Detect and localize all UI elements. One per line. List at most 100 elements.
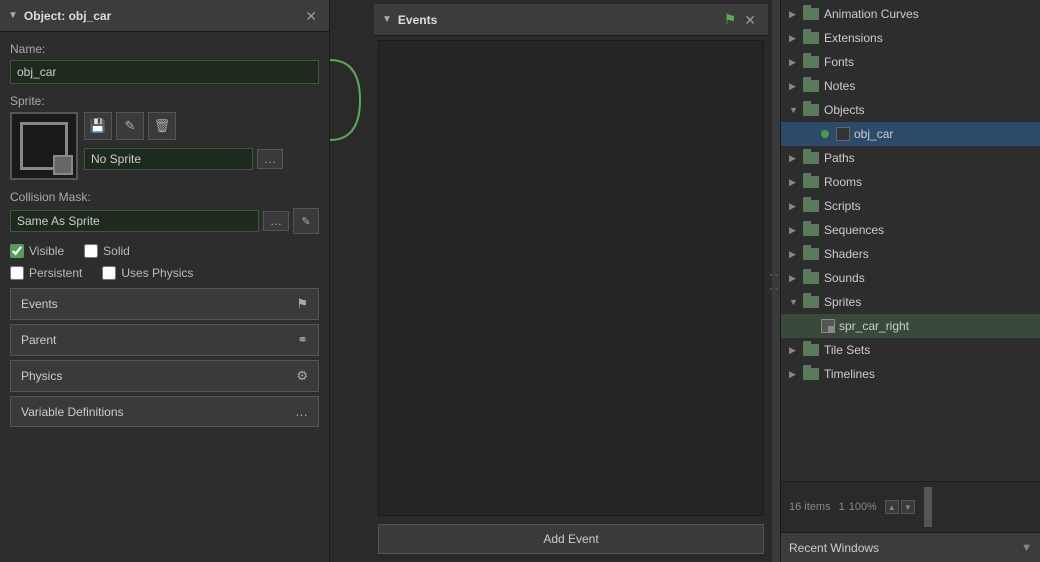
tree-folder-icon-shaders — [803, 248, 819, 260]
sprite-name-input[interactable] — [84, 148, 253, 170]
tree-scrollbar[interactable] — [923, 486, 933, 528]
tree-label-shaders: Shaders — [824, 247, 869, 261]
tree-item-objects[interactable]: ▼Objects — [781, 98, 1040, 122]
tree-folder-icon-paths — [803, 152, 819, 164]
tree-label-sprites: Sprites — [824, 295, 861, 309]
connector-svg — [330, 0, 370, 200]
persistent-checkbox-item[interactable]: Persistent — [10, 266, 82, 280]
physics-button[interactable]: Physics ⚙ — [10, 360, 319, 392]
tree-item-timelines[interactable]: ▶Timelines — [781, 362, 1040, 386]
tree-arrow-rooms: ▶ — [789, 177, 803, 188]
visible-checkbox[interactable] — [10, 244, 24, 258]
tree-arrow-scripts: ▶ — [789, 201, 803, 212]
persistent-checkbox[interactable] — [10, 266, 24, 280]
tree-item-count: 16 items — [789, 501, 831, 513]
tree-folder-icon-timelines — [803, 368, 819, 380]
tree-item-fonts[interactable]: ▶Fonts — [781, 50, 1040, 74]
scroll-down-button[interactable]: ▼ — [901, 500, 915, 514]
sprite-name-row: … — [84, 148, 283, 170]
object-panel: ▼ Object: obj_car ✕ Name: Sprite: 💾 ✎ 🗑 — [0, 0, 330, 562]
panel-collapse-icon: ▼ — [8, 10, 18, 21]
checkboxes-row-1: Visible Solid — [10, 244, 319, 258]
tree-arrow-shaders: ▶ — [789, 249, 803, 260]
events-collapse-icon: ▼ — [382, 14, 392, 25]
tree-dot-obj_car — [821, 130, 829, 138]
object-panel-title: Object: obj_car — [24, 9, 111, 23]
solid-checkbox[interactable] — [84, 244, 98, 258]
scroll-arrows: ▲ ▼ — [885, 500, 915, 514]
resizer-handle[interactable]: ⋮⋮ — [772, 0, 780, 562]
tree-item-scripts[interactable]: ▶ Scripts — [781, 194, 1040, 218]
zoom-level: 1 — [839, 501, 845, 513]
add-event-button[interactable]: Add Event — [378, 524, 764, 554]
scroll-up-button[interactable]: ▲ — [885, 500, 899, 514]
parent-button[interactable]: Parent ⚭ — [10, 324, 319, 356]
tree-arrow-sequences: ▶ — [789, 225, 803, 236]
object-panel-close-button[interactable]: ✕ — [301, 7, 321, 25]
tree-item-sprites[interactable]: ▼Sprites — [781, 290, 1040, 314]
tree-label-obj_car: obj_car — [854, 127, 893, 141]
tree-item-spr_car_right[interactable]: spr_car_right — [781, 314, 1040, 338]
tree-folder-icon-sequences — [803, 224, 819, 236]
recent-windows-arrow: ▼ — [1021, 542, 1032, 554]
uses-physics-checkbox[interactable] — [102, 266, 116, 280]
tree-item-obj_car[interactable]: obj_car — [781, 122, 1040, 146]
tree-label-rooms: Rooms — [824, 175, 862, 189]
sprite-section: 💾 ✎ 🗑 … — [10, 112, 319, 180]
tree-label-timelines: Timelines — [824, 367, 875, 381]
sprite-buttons: 💾 ✎ 🗑 … — [84, 112, 283, 170]
zoom-percent: 100% — [849, 501, 877, 513]
physics-button-label: Physics — [21, 369, 62, 383]
tree-item-animation_curves[interactable]: ▶Animation Curves — [781, 2, 1040, 26]
visible-checkbox-item[interactable]: Visible — [10, 244, 64, 258]
name-label: Name: — [10, 42, 319, 56]
recent-windows-bar[interactable]: Recent Windows ▼ — [781, 532, 1040, 562]
events-button[interactable]: Events ⚑ — [10, 288, 319, 320]
mask-row: … ✎ — [10, 208, 319, 234]
tree-label-scripts: Scripts — [824, 199, 861, 213]
tree-obj-container-obj_car — [821, 127, 854, 141]
sprite-preview[interactable] — [10, 112, 78, 180]
object-panel-header-left: ▼ Object: obj_car — [8, 9, 111, 23]
asset-tree-panel: ▶Animation Curves▶Extensions▶Fonts▶Notes… — [780, 0, 1040, 562]
solid-checkbox-item[interactable]: Solid — [84, 244, 130, 258]
tree-obj-icon-obj_car — [836, 127, 850, 141]
sprite-clear-button[interactable]: 🗑 — [148, 112, 176, 140]
physics-button-icon: ⚙ — [296, 368, 308, 384]
tree-folder-icon-sounds — [803, 272, 819, 284]
tree-item-paths[interactable]: ▶Paths — [781, 146, 1040, 170]
sprite-save-button[interactable]: 💾 — [84, 112, 112, 140]
tree-folder-icon-extensions — [803, 32, 819, 44]
events-header-controls: ⚑ ✕ — [724, 11, 760, 29]
tree-label-extensions: Extensions — [824, 31, 883, 45]
variable-definitions-button-label: Variable Definitions — [21, 405, 124, 419]
sprite-dots-button[interactable]: … — [257, 149, 283, 169]
tree-arrow-tile_sets: ▶ — [789, 345, 803, 356]
uses-physics-checkbox-item[interactable]: Uses Physics — [102, 266, 193, 280]
tree-area: ▶Animation Curves▶Extensions▶Fonts▶Notes… — [781, 0, 1040, 481]
tree-item-extensions[interactable]: ▶Extensions — [781, 26, 1040, 50]
tree-scrollbar-thumb — [924, 487, 932, 527]
object-panel-header: ▼ Object: obj_car ✕ — [0, 0, 329, 32]
tree-item-rooms[interactable]: ▶ Rooms — [781, 170, 1040, 194]
tree-sprite-icon-spr_car_right — [821, 319, 835, 333]
zoom-bar: 1 100% — [839, 501, 877, 513]
collision-mask-input[interactable] — [10, 210, 259, 232]
sprite-edit-button[interactable]: ✎ — [116, 112, 144, 140]
tree-item-sounds[interactable]: ▶Sounds — [781, 266, 1040, 290]
tree-item-sequences[interactable]: ▶Sequences — [781, 218, 1040, 242]
tree-item-shaders[interactable]: ▶ Shaders — [781, 242, 1040, 266]
events-panel-close-button[interactable]: ✕ — [740, 11, 760, 29]
tree-status-bar: 16 items 1 100% ▲ ▼ — [781, 481, 1040, 532]
name-input[interactable] — [10, 60, 319, 84]
tree-folder-icon-animation_curves — [803, 8, 819, 20]
object-panel-controls: ✕ — [301, 7, 321, 25]
tree-item-tile_sets[interactable]: ▶ Tile Sets — [781, 338, 1040, 362]
uses-physics-label: Uses Physics — [121, 266, 193, 280]
variable-definitions-button[interactable]: Variable Definitions … — [10, 396, 319, 427]
tree-arrow-sounds: ▶ — [789, 273, 803, 284]
tree-label-tile_sets: Tile Sets — [824, 343, 870, 357]
tree-item-notes[interactable]: ▶Notes — [781, 74, 1040, 98]
mask-dots-button[interactable]: … — [263, 211, 289, 231]
mask-edit-button[interactable]: ✎ — [293, 208, 319, 234]
